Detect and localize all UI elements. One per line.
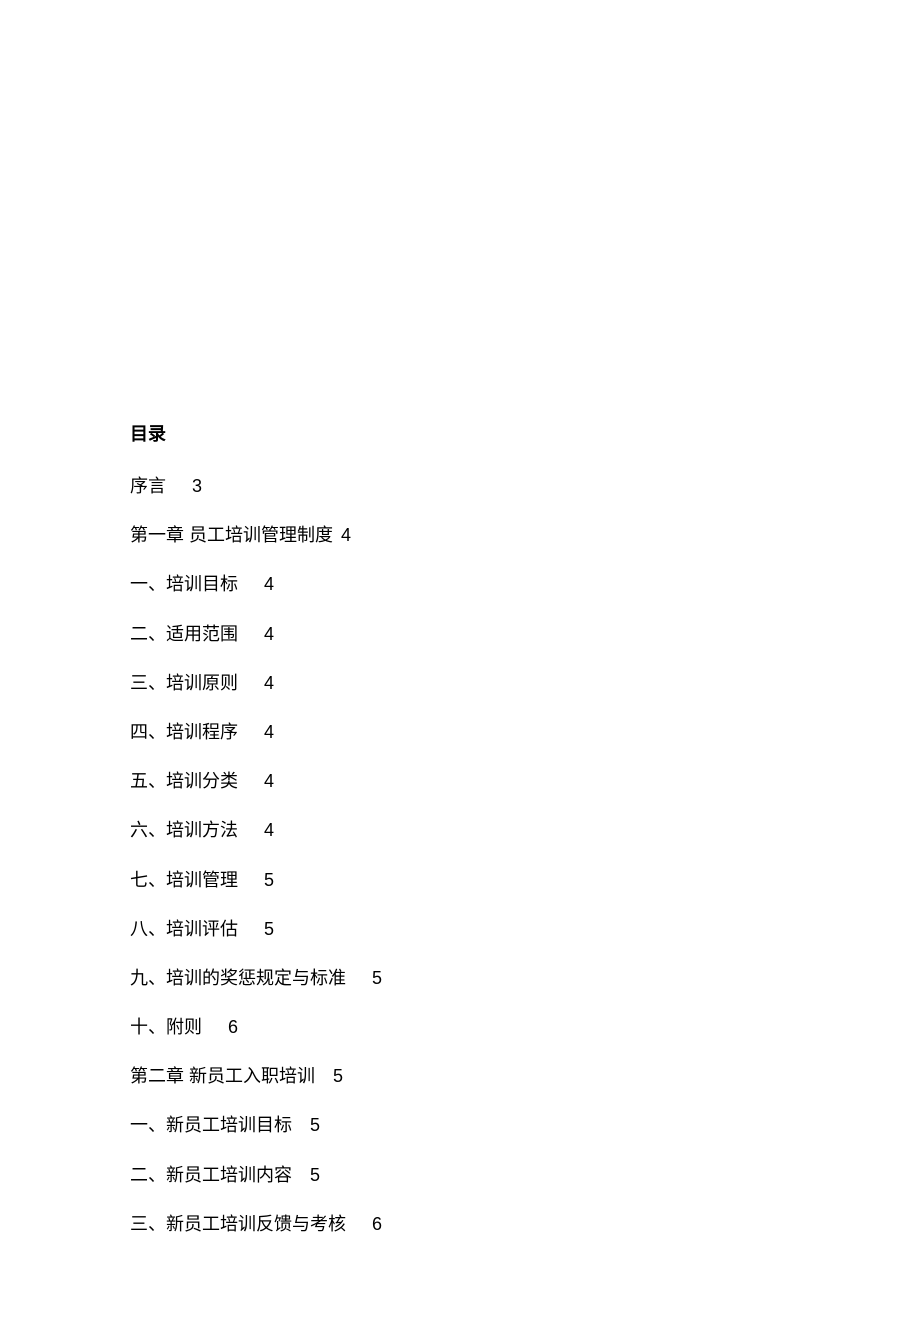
- toc-entry-label: 五、培训分类: [130, 771, 238, 791]
- toc-entry-label: 十、附则: [130, 1017, 202, 1037]
- toc-entry-page: 6: [372, 1214, 382, 1234]
- toc-entry-label: 二、新员工培训内容: [130, 1165, 292, 1185]
- toc-entry-page: 4: [264, 673, 274, 693]
- toc-list: 序言3第一章 员工培训管理制度4一、培训目标4二、适用范围4三、培训原则4四、培…: [130, 474, 790, 1237]
- toc-entry: 九、培训的奖惩规定与标准 5: [130, 966, 790, 991]
- toc-entry: 一、培训目标 4: [130, 572, 790, 597]
- toc-entry-page: 4: [264, 574, 274, 594]
- toc-entry-label: 八、培训评估: [130, 919, 238, 939]
- toc-entry-label: 九、培训的奖惩规定与标准: [130, 968, 346, 988]
- toc-entry: 八、培训评估 5: [130, 917, 790, 942]
- toc-entry-page: 4: [264, 624, 274, 644]
- toc-entry: 三、新员工培训反馈与考核 6: [130, 1212, 790, 1237]
- toc-entry: 序言 3: [130, 474, 790, 499]
- toc-entry-page: 3: [192, 476, 202, 496]
- toc-entry: 二、新员工培训内容 5: [130, 1163, 790, 1188]
- toc-entry-page: 6: [228, 1017, 238, 1037]
- toc-entry: 第一章 员工培训管理制度 4: [130, 523, 790, 548]
- toc-entry-page: 5: [264, 870, 274, 890]
- toc-entry-label: 四、培训程序: [130, 722, 238, 742]
- toc-entry-page: 4: [264, 820, 274, 840]
- toc-entry-page: 5: [333, 1066, 343, 1086]
- toc-entry: 一、新员工培训目标 5: [130, 1113, 790, 1138]
- toc-entry: 七、培训管理 5: [130, 868, 790, 893]
- toc-entry-page: 5: [310, 1115, 320, 1135]
- toc-entry-label: 第一章 员工培训管理制度: [130, 525, 333, 545]
- toc-entry-label: 七、培训管理: [130, 870, 238, 890]
- toc-entry-label: 三、培训原则: [130, 673, 238, 693]
- toc-entry: 第二章 新员工入职培训 5: [130, 1064, 790, 1089]
- document-page: 目录 序言 3 第一章 员工培训管理制度 4 一、培训目标 4 二、适用范围 4 三、培训原则 4…: [0, 0, 920, 1341]
- toc-entry: 五、培训分类 4: [130, 769, 790, 794]
- toc-entry-label: 三、新员工培训反馈与考核: [130, 1214, 346, 1234]
- toc-title: 目录: [130, 420, 790, 446]
- toc-entry-page: 5: [264, 919, 274, 939]
- toc-entry: 四、培训程序 4: [130, 720, 790, 745]
- toc-entry-label: 二、适用范围: [130, 624, 238, 644]
- toc-entry-page: 4: [341, 525, 351, 545]
- toc-entry-label: 第二章 新员工入职培训: [130, 1066, 315, 1086]
- toc-entry-page: 4: [264, 771, 274, 791]
- toc-entry: 六、培训方法 4: [130, 818, 790, 843]
- toc-entry: 二、适用范围 4: [130, 622, 790, 647]
- toc-entry-label: 六、培训方法: [130, 820, 238, 840]
- toc-entry-page: 5: [372, 968, 382, 988]
- toc-entry-page: 4: [264, 722, 274, 742]
- toc-entry: 十、附则 6: [130, 1015, 790, 1040]
- toc-entry-page: 5: [310, 1165, 320, 1185]
- toc-entry: 三、培训原则 4: [130, 671, 790, 696]
- toc-entry-label: 一、新员工培训目标: [130, 1115, 292, 1135]
- toc-entry-label: 一、培训目标: [130, 574, 238, 594]
- toc-entry-label: 序言: [130, 476, 166, 496]
